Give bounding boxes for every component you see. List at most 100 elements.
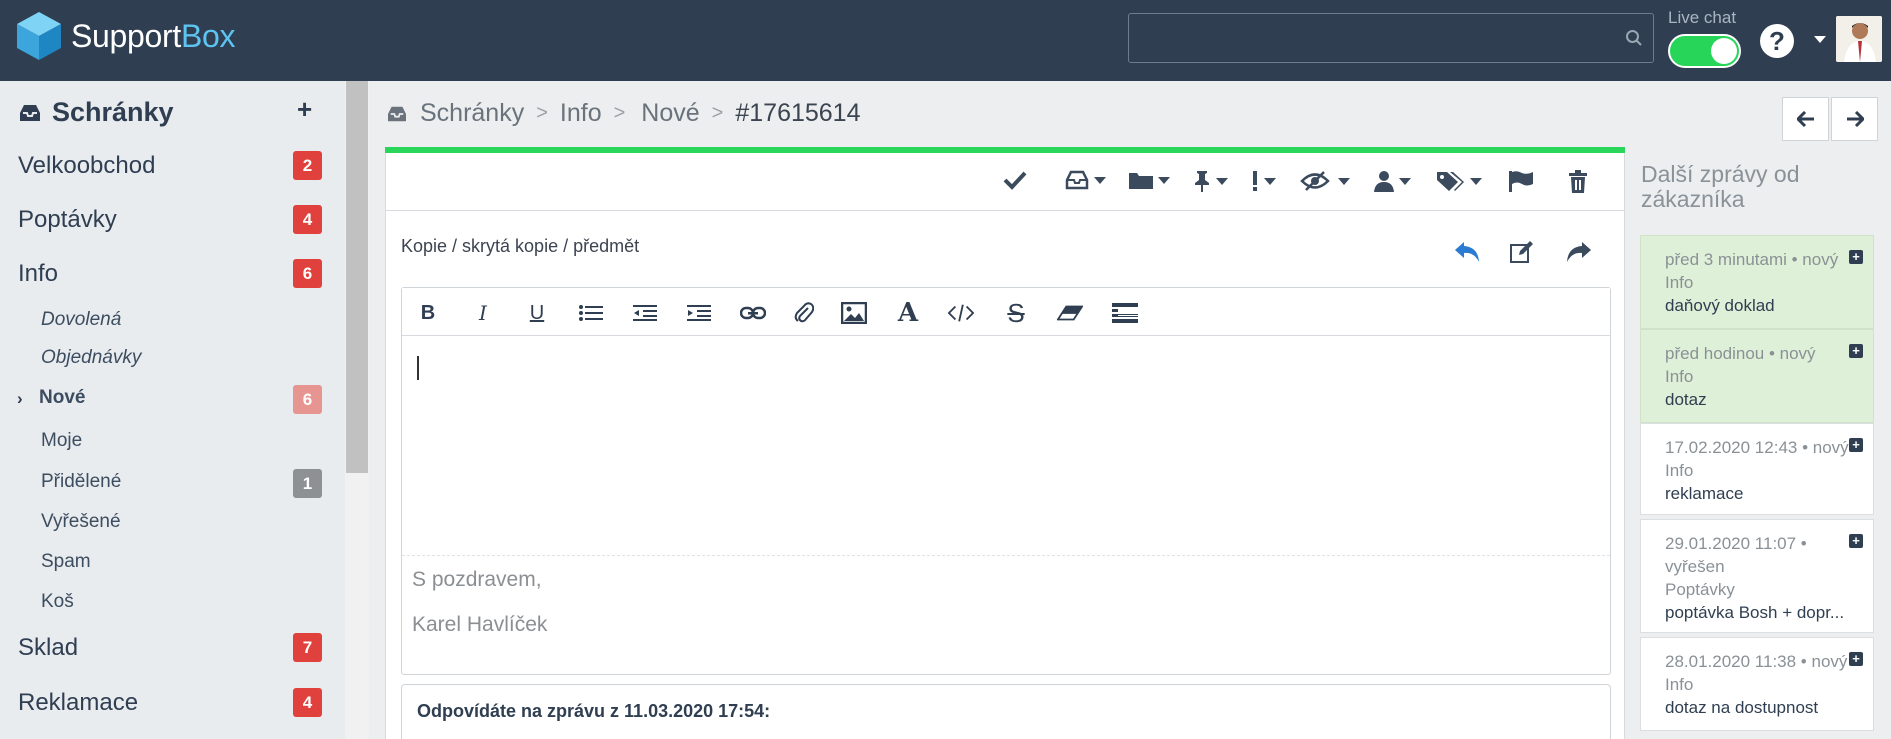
sidebar-subitem-dovolena[interactable]: Dovolená xyxy=(41,309,121,331)
image-icon[interactable] xyxy=(841,300,867,326)
user-icon xyxy=(1374,171,1394,192)
add-inbox-button[interactable]: + xyxy=(297,96,312,122)
avatar-image xyxy=(1836,16,1882,62)
plus-square-icon[interactable]: + xyxy=(1849,344,1863,358)
pin-button[interactable] xyxy=(1192,170,1228,192)
unread-badge: 2 xyxy=(293,151,322,180)
tags-icon xyxy=(1437,172,1464,191)
next-ticket-button[interactable] xyxy=(1831,97,1878,141)
caret-down-icon xyxy=(1338,177,1350,185)
sidebar-subitem-pridelene[interactable]: Přidělené xyxy=(41,471,121,493)
message-inbox: Poptávky xyxy=(1665,580,1735,599)
message-subject: reklamace xyxy=(1665,484,1744,503)
folder-button[interactable] xyxy=(1128,170,1170,190)
underline-icon[interactable]: U xyxy=(524,300,550,326)
help-button[interactable]: ? xyxy=(1760,24,1794,58)
list-item[interactable]: před 3 minutami • nový Info daňový dokla… xyxy=(1640,235,1874,329)
code-icon[interactable] xyxy=(948,300,974,326)
previous-ticket-button[interactable] xyxy=(1782,97,1829,141)
breadcrumb-separator: > xyxy=(613,102,626,124)
unread-badge: 7 xyxy=(293,633,322,662)
priority-button[interactable] xyxy=(1250,170,1276,192)
sidebar-subitem-vyresene[interactable]: Vyřešené xyxy=(41,511,121,533)
list-item[interactable]: 29.01.2020 11:07 • vyřešen Poptávky popt… xyxy=(1640,519,1874,633)
visibility-button[interactable] xyxy=(1300,170,1350,192)
sidebar-subitem-kos[interactable]: Koš xyxy=(41,591,74,613)
arrow-right-icon xyxy=(1846,111,1864,127)
logo-text-support: Support xyxy=(71,17,181,54)
message-subject: dotaz na dostupnost xyxy=(1665,698,1819,717)
sidebar-item-velkoobchod[interactable]: Velkoobchod xyxy=(18,152,155,180)
ticket-navigation xyxy=(1782,97,1878,141)
cube-logo-icon xyxy=(17,12,61,60)
sidebar-item-info[interactable]: Info xyxy=(18,260,58,288)
breadcrumb-separator: > xyxy=(711,102,724,124)
message-editor[interactable] xyxy=(401,287,1611,675)
caret-down-icon xyxy=(1264,177,1276,185)
forward-button[interactable] xyxy=(1566,241,1592,268)
breadcrumb-item[interactable]: Nové xyxy=(641,99,699,128)
signature-divider xyxy=(402,555,1610,556)
message-inbox: Info xyxy=(1665,367,1694,386)
plus-square-icon[interactable]: + xyxy=(1849,438,1863,452)
delete-button[interactable] xyxy=(1568,170,1588,194)
italic-icon[interactable]: I xyxy=(470,300,496,326)
assign-user-button[interactable] xyxy=(1373,170,1411,192)
livechat-toggle[interactable] xyxy=(1668,34,1741,68)
strikethrough-icon[interactable]: S xyxy=(1003,298,1029,328)
logo-text-box: Box xyxy=(180,17,236,54)
sidebar-item-sklad[interactable]: Sklad xyxy=(18,634,78,662)
flag-icon xyxy=(1509,171,1533,192)
app-logo[interactable]: SupportBox xyxy=(17,12,236,60)
exclamation-icon xyxy=(1253,171,1257,191)
sidebar-item-reklamace[interactable]: Reklamace xyxy=(18,689,138,717)
eraser-icon[interactable] xyxy=(1057,300,1083,326)
sidebar-item-poptavky[interactable]: Poptávky xyxy=(18,206,117,234)
sidebar-scrollbar-thumb[interactable] xyxy=(346,81,368,473)
caret-down-icon xyxy=(1470,177,1482,185)
search-box[interactable] xyxy=(1128,13,1654,63)
sidebar-subitem-objednavky[interactable]: Objednávky xyxy=(41,347,141,369)
bullet-list-icon[interactable] xyxy=(578,300,604,326)
indent-icon[interactable] xyxy=(686,300,712,326)
flag-button[interactable] xyxy=(1508,170,1534,192)
move-inbox-button[interactable] xyxy=(1064,170,1106,190)
message-subject: daňový doklad xyxy=(1665,296,1775,315)
breadcrumb: Schránky > Info > Nové > #17615614 xyxy=(386,99,861,128)
template-icon[interactable] xyxy=(1112,300,1138,326)
ticket-id: #17615614 xyxy=(735,99,861,127)
plus-square-icon[interactable]: + xyxy=(1849,534,1863,548)
edit-icon xyxy=(1510,241,1533,263)
sidebar-subitem-moje[interactable]: Moje xyxy=(41,430,82,452)
list-item[interactable]: před hodinou • nový Info dotaz + xyxy=(1640,329,1874,423)
font-icon[interactable]: A xyxy=(895,298,921,328)
search-icon[interactable] xyxy=(1625,29,1643,47)
livechat-label: Live chat xyxy=(1668,8,1737,27)
link-icon[interactable] xyxy=(740,300,766,326)
message-subject: poptávka Bosh + dopr... xyxy=(1665,603,1845,622)
message-subject: dotaz xyxy=(1665,390,1707,409)
plus-square-icon[interactable]: + xyxy=(1849,250,1863,264)
note-button[interactable] xyxy=(1510,241,1534,268)
outdent-icon[interactable] xyxy=(632,300,658,326)
attachment-icon[interactable] xyxy=(791,300,817,326)
list-item[interactable]: 28.01.2020 11:38 • nový Info dotaz na do… xyxy=(1640,637,1874,731)
breadcrumb-item[interactable]: Schránky xyxy=(420,99,524,128)
tags-button[interactable] xyxy=(1436,170,1482,192)
message-inbox: Info xyxy=(1665,461,1694,480)
message-meta: 28.01.2020 11:38 • nový xyxy=(1665,652,1848,671)
reply-button[interactable] xyxy=(1454,241,1480,268)
cc-bcc-subject-toggle[interactable]: Kopie / skrytá kopie / předmět xyxy=(401,236,639,257)
user-menu-caret-icon[interactable] xyxy=(1814,36,1826,43)
breadcrumb-item[interactable]: Info xyxy=(560,99,602,128)
resolve-button[interactable] xyxy=(1003,170,1027,190)
list-item[interactable]: 17.02.2020 12:43 • nový Info reklamace + xyxy=(1640,423,1874,515)
search-input[interactable] xyxy=(1129,14,1653,62)
sidebar-subitem-nove[interactable]: Nové xyxy=(39,387,85,409)
sidebar-subitem-spam[interactable]: Spam xyxy=(41,551,91,573)
reply-context-label: Odpovídáte na zprávu z 11.03.2020 17:54: xyxy=(417,701,771,721)
text-cursor xyxy=(417,356,419,380)
avatar[interactable] xyxy=(1836,16,1882,62)
bold-icon[interactable]: B xyxy=(415,300,441,326)
plus-square-icon[interactable]: + xyxy=(1849,652,1863,666)
